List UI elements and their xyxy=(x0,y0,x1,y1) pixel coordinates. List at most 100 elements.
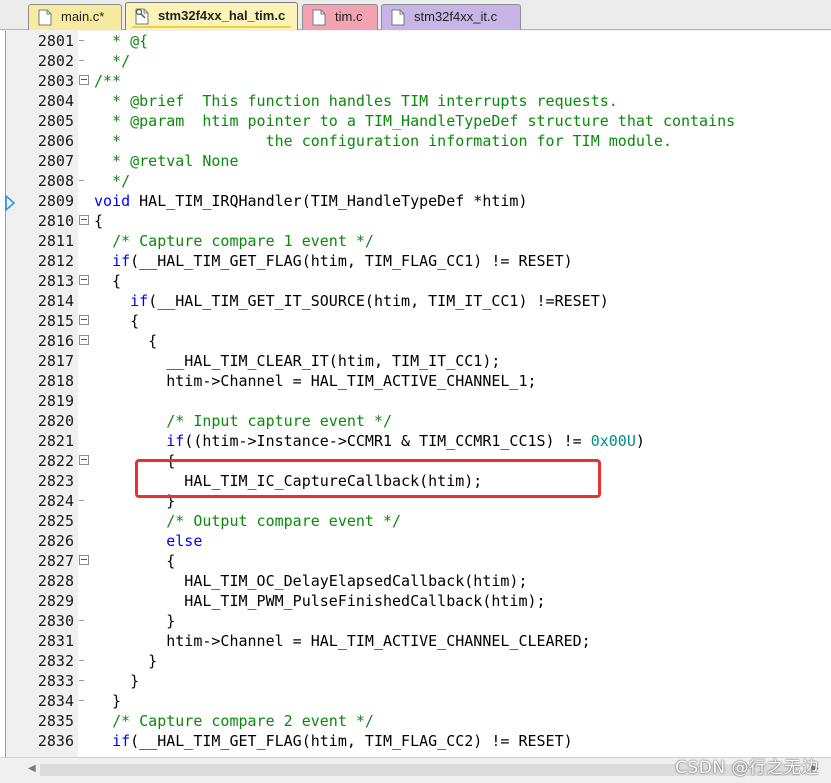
code-line[interactable]: 2816 { xyxy=(0,331,831,351)
code-line[interactable]: 2829 HAL_TIM_PWM_PulseFinishedCallback(h… xyxy=(0,591,831,611)
code-line[interactable]: 2826 else xyxy=(0,531,831,551)
code-line[interactable]: 2827 { xyxy=(0,551,831,571)
scroll-left-icon[interactable]: ◀ xyxy=(28,763,36,774)
code-line[interactable]: 2819 xyxy=(0,391,831,411)
code-text[interactable]: htim->Channel = HAL_TIM_ACTIVE_CHANNEL_C… xyxy=(94,631,590,651)
code-text[interactable]: if(__HAL_TIM_GET_IT_SOURCE(htim, TIM_IT_… xyxy=(94,291,609,311)
code-line[interactable]: 2830 } xyxy=(0,611,831,631)
code-line[interactable]: 2817 __HAL_TIM_CLEAR_IT(htim, TIM_IT_CC1… xyxy=(0,351,831,371)
code-text[interactable]: * the configuration information for TIM … xyxy=(94,131,672,151)
line-number: 2812 xyxy=(37,252,74,270)
tab-stm32f4xx-it-c[interactable]: stm32f4xx_it.c xyxy=(381,4,521,30)
code-line[interactable]: 2805 * @param htim pointer to a TIM_Hand… xyxy=(0,111,831,131)
file-modified-icon xyxy=(135,8,149,25)
fold-end-marker xyxy=(79,700,84,701)
line-number: 2807 xyxy=(37,152,74,170)
line-number: 2836 xyxy=(37,732,74,750)
code-line[interactable]: 2831 htim->Channel = HAL_TIM_ACTIVE_CHAN… xyxy=(0,631,831,651)
code-text[interactable]: /** xyxy=(94,71,121,91)
code-line[interactable]: 2818 htim->Channel = HAL_TIM_ACTIVE_CHAN… xyxy=(0,371,831,391)
line-number: 2830 xyxy=(37,612,74,630)
code-line[interactable]: 2835 /* Capture compare 2 event */ xyxy=(0,711,831,731)
code-line[interactable]: 2801 * @{ xyxy=(0,31,831,51)
line-number: 2817 xyxy=(37,352,74,370)
line-number: 2818 xyxy=(37,372,74,390)
code-line[interactable]: 2809 void HAL_TIM_IRQHandler(TIM_HandleTy… xyxy=(0,191,831,211)
code-text[interactable]: /* Capture compare 1 event */ xyxy=(94,231,374,251)
code-text[interactable]: void HAL_TIM_IRQHandler(TIM_HandleTypeDe… xyxy=(94,191,527,211)
code-line[interactable]: 2811 /* Capture compare 1 event */ xyxy=(0,231,831,251)
line-number: 2825 xyxy=(37,512,74,530)
code-line[interactable]: 2802 */ xyxy=(0,51,831,71)
tab-label: main.c* xyxy=(61,9,105,24)
fold-collapse-icon[interactable] xyxy=(79,215,89,225)
code-text[interactable]: if(__HAL_TIM_GET_FLAG(htim, TIM_FLAG_CC2… xyxy=(94,731,573,751)
code-text[interactable]: /* Output compare event */ xyxy=(94,511,401,531)
fold-end-marker xyxy=(79,500,84,501)
code-text[interactable]: } xyxy=(94,651,157,671)
line-number: 2804 xyxy=(37,92,74,110)
code-text[interactable]: * @{ xyxy=(94,31,148,51)
code-line[interactable]: 2828 HAL_TIM_OC_DelayElapsedCallback(hti… xyxy=(0,571,831,591)
line-number: 2819 xyxy=(37,392,74,410)
code-text[interactable]: HAL_TIM_PWM_PulseFinishedCallback(htim); xyxy=(94,591,545,611)
code-text[interactable]: * @param htim pointer to a TIM_HandleTyp… xyxy=(94,111,735,131)
code-line[interactable]: 2820 /* Input capture event */ xyxy=(0,411,831,431)
tab-main-c[interactable]: main.c* xyxy=(28,4,122,30)
line-number: 2834 xyxy=(37,692,74,710)
fold-collapse-icon[interactable] xyxy=(79,455,89,465)
line-number: 2823 xyxy=(37,472,74,490)
fold-collapse-icon[interactable] xyxy=(79,335,89,345)
line-number: 2831 xyxy=(37,632,74,650)
code-text[interactable]: } xyxy=(94,691,121,711)
code-text[interactable]: { xyxy=(94,311,139,331)
tab-tim-c[interactable]: tim.c xyxy=(302,4,378,30)
code-text[interactable]: HAL_TIM_OC_DelayElapsedCallback(htim); xyxy=(94,571,527,591)
fold-collapse-icon[interactable] xyxy=(79,275,89,285)
code-text[interactable]: if(__HAL_TIM_GET_FLAG(htim, TIM_FLAG_CC1… xyxy=(94,251,573,271)
code-line[interactable]: 2808 */ xyxy=(0,171,831,191)
code-line[interactable]: 2804 * @brief This function handles TIM … xyxy=(0,91,831,111)
code-text[interactable]: */ xyxy=(94,171,130,191)
code-line[interactable]: 2814 if(__HAL_TIM_GET_IT_SOURCE(htim, TI… xyxy=(0,291,831,311)
code-line[interactable]: 2834 } xyxy=(0,691,831,711)
code-text[interactable]: if((htim->Instance->CCMR1 & TIM_CCMR1_CC… xyxy=(94,431,645,451)
code-text[interactable]: } xyxy=(94,611,175,631)
code-line[interactable]: 2812 if(__HAL_TIM_GET_FLAG(htim, TIM_FLA… xyxy=(0,251,831,271)
code-text[interactable]: } xyxy=(94,671,139,691)
line-number: 2828 xyxy=(37,572,74,590)
code-line[interactable]: 2833 } xyxy=(0,671,831,691)
code-text[interactable]: /* Capture compare 2 event */ xyxy=(94,711,374,731)
code-line[interactable]: 2803 /** xyxy=(0,71,831,91)
code-text[interactable]: */ xyxy=(94,51,130,71)
code-text[interactable]: * @retval None xyxy=(94,151,238,171)
code-line[interactable]: 2813 { xyxy=(0,271,831,291)
code-text[interactable]: /* Input capture event */ xyxy=(94,411,392,431)
code-line[interactable]: 2810 { xyxy=(0,211,831,231)
fold-collapse-icon[interactable] xyxy=(79,315,89,325)
code-line[interactable]: 2836 if(__HAL_TIM_GET_FLAG(htim, TIM_FLA… xyxy=(0,731,831,751)
code-line[interactable]: 2825 /* Output compare event */ xyxy=(0,511,831,531)
code-editor[interactable]: 2801 * @{2802 */2803/** 2804 * @brief Thi… xyxy=(0,31,831,757)
tab-stm32f4xx-hal-tim-c[interactable]: stm32f4xx_hal_tim.c xyxy=(125,2,298,30)
fold-collapse-icon[interactable] xyxy=(79,555,89,565)
code-text[interactable]: * @brief This function handles TIM inter… xyxy=(94,91,618,111)
code-text[interactable]: { xyxy=(94,551,175,571)
highlight-annotation-box xyxy=(135,459,601,498)
line-number: 2822 xyxy=(37,452,74,470)
code-text[interactable]: { xyxy=(94,331,157,351)
code-line[interactable]: 2806 * the configuration information for… xyxy=(0,131,831,151)
code-line[interactable]: 2832 } xyxy=(0,651,831,671)
code-line[interactable]: 2821 if((htim->Instance->CCMR1 & TIM_CCM… xyxy=(0,431,831,451)
code-line[interactable]: 2807 * @retval None xyxy=(0,151,831,171)
code-text[interactable]: else xyxy=(94,531,202,551)
code-text[interactable]: htim->Channel = HAL_TIM_ACTIVE_CHANNEL_1… xyxy=(94,371,536,391)
fold-end-marker xyxy=(79,40,84,41)
code-text[interactable]: { xyxy=(94,271,121,291)
line-number: 2826 xyxy=(37,532,74,550)
code-text[interactable]: __HAL_TIM_CLEAR_IT(htim, TIM_IT_CC1); xyxy=(94,351,500,371)
code-line[interactable]: 2815 { xyxy=(0,311,831,331)
line-number: 2832 xyxy=(37,652,74,670)
fold-collapse-icon[interactable] xyxy=(79,75,89,85)
code-text[interactable]: { xyxy=(94,211,103,231)
